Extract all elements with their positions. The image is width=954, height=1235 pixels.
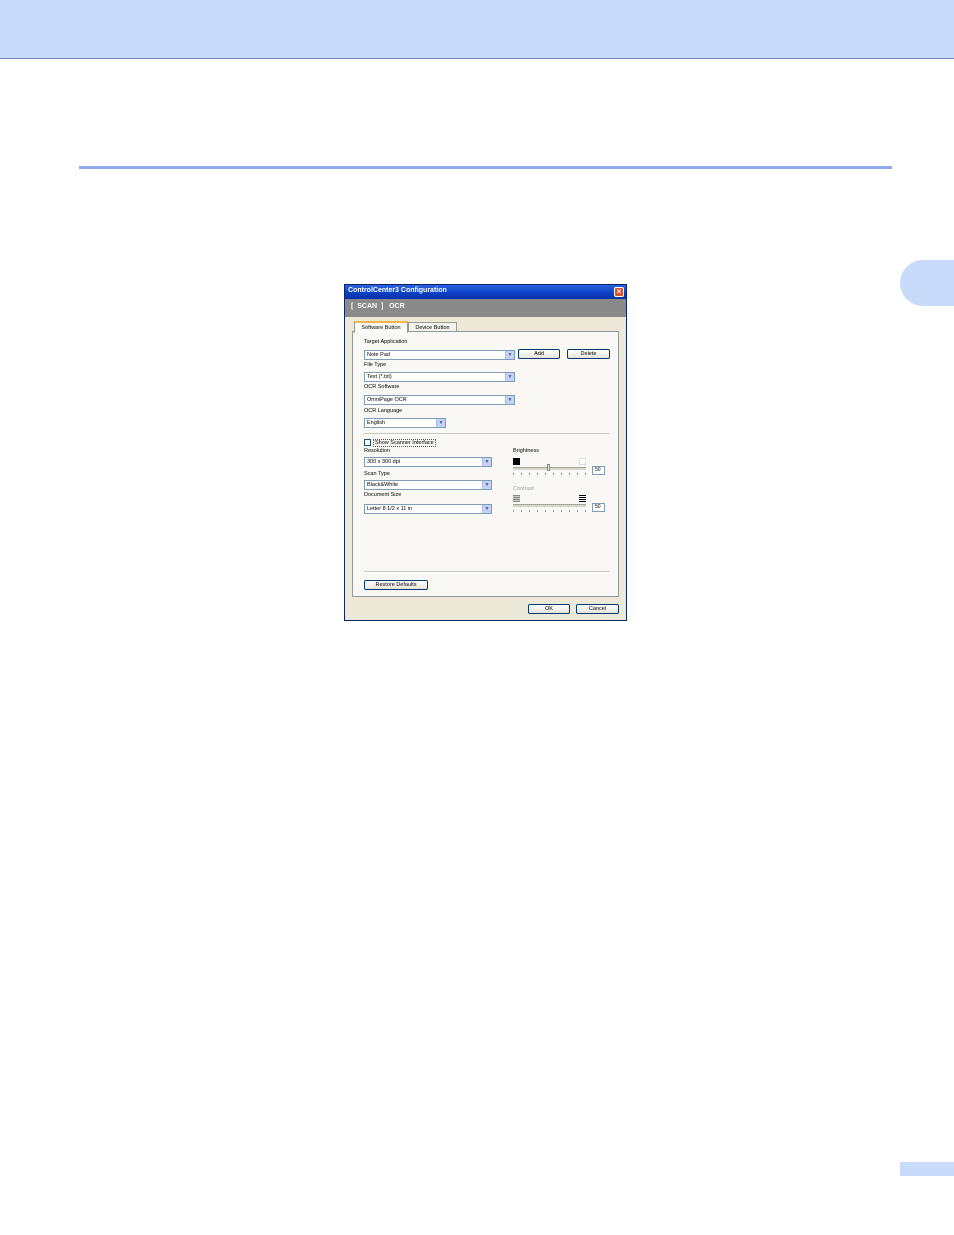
scan-type-value: Black&White xyxy=(367,482,399,488)
dialog-title: ControlCenter3 Configuration xyxy=(348,287,447,294)
dialog-titlebar[interactable]: ControlCenter3 Configuration × xyxy=(345,285,626,299)
target-application-select[interactable]: Note Pad ▼ xyxy=(364,350,515,360)
ocr-software-select[interactable]: OmniPage OCR ▼ xyxy=(364,395,515,405)
ocr-software-value: OmniPage OCR xyxy=(367,397,407,403)
chevron-down-icon[interactable]: ▼ xyxy=(436,419,445,427)
file-type-value: Text (*.txt) xyxy=(367,374,392,380)
section-separator xyxy=(364,433,609,435)
resolution-label: Resolution xyxy=(364,448,390,454)
light-square-icon xyxy=(579,458,586,465)
ocr-software-label: OCR Software xyxy=(364,384,400,390)
brightness-slider-thumb[interactable] xyxy=(547,464,550,471)
high-contrast-icon xyxy=(579,495,586,502)
page-number-band xyxy=(900,1162,954,1176)
scan-type-label: Scan Type xyxy=(364,471,390,477)
ocr-language-select[interactable]: English ▼ xyxy=(364,418,446,428)
controlcenter3-configuration-dialog: ControlCenter3 Configuration × [ SCAN ] … xyxy=(344,284,627,621)
banner-text: [ SCAN ] OCR xyxy=(351,303,405,310)
delete-button[interactable]: Delete xyxy=(567,349,610,359)
show-scanner-interface-checkbox[interactable] xyxy=(364,439,371,446)
section-rule xyxy=(79,166,892,169)
brightness-value-box[interactable]: 50 xyxy=(592,466,605,475)
chevron-down-icon[interactable]: ▼ xyxy=(505,373,514,381)
chevron-down-icon[interactable]: ▼ xyxy=(482,481,491,489)
target-application-value: Note Pad xyxy=(367,352,390,358)
tab-software-button[interactable]: Software Button xyxy=(354,321,408,333)
document-size-value: Letter 8 1/2 x 11 in xyxy=(367,506,413,512)
chevron-down-icon[interactable]: ▼ xyxy=(505,351,514,359)
resolution-select[interactable]: 300 x 300 dpi ▼ xyxy=(364,457,492,467)
dialog-banner: [ SCAN ] OCR xyxy=(345,299,626,317)
add-button[interactable]: Add xyxy=(518,349,560,359)
chapter-tab xyxy=(900,260,954,306)
chevron-down-icon[interactable]: ▼ xyxy=(505,396,514,404)
restore-defaults-button[interactable]: Restore Defaults xyxy=(364,580,428,590)
scan-type-select[interactable]: Black&White ▼ xyxy=(364,480,492,490)
target-application-label: Target Application xyxy=(364,339,408,345)
chevron-down-icon[interactable]: ▼ xyxy=(482,505,491,513)
ok-button[interactable]: OK xyxy=(528,604,570,614)
footer-separator xyxy=(364,571,609,573)
brightness-label: Brightness xyxy=(513,448,539,454)
contrast-label: Contrast xyxy=(513,486,534,492)
close-icon[interactable]: × xyxy=(614,287,624,297)
page-header-band xyxy=(0,0,954,59)
ocr-language-label: OCR Language xyxy=(364,408,403,414)
software-button-panel: Target Application Note Pad ▼ Add Delete… xyxy=(352,331,619,597)
document-size-select[interactable]: Letter 8 1/2 x 11 in ▼ xyxy=(364,504,492,514)
cancel-button[interactable]: Cancel xyxy=(576,604,619,614)
low-contrast-icon xyxy=(513,495,520,502)
show-scanner-interface-label[interactable]: Show Scanner Interface xyxy=(373,439,436,447)
resolution-value: 300 x 300 dpi xyxy=(367,459,401,465)
file-type-label: File Type xyxy=(364,362,387,368)
file-type-select[interactable]: Text (*.txt) ▼ xyxy=(364,372,515,382)
chevron-down-icon[interactable]: ▼ xyxy=(482,458,491,466)
ocr-language-value: English xyxy=(367,420,386,426)
dark-square-icon xyxy=(513,458,520,465)
brightness-ticks xyxy=(513,473,586,475)
contrast-value-box[interactable]: 50 xyxy=(592,503,605,512)
document-size-label: Document Size xyxy=(364,492,402,498)
contrast-slider-track[interactable] xyxy=(513,504,586,507)
contrast-ticks xyxy=(513,510,586,512)
